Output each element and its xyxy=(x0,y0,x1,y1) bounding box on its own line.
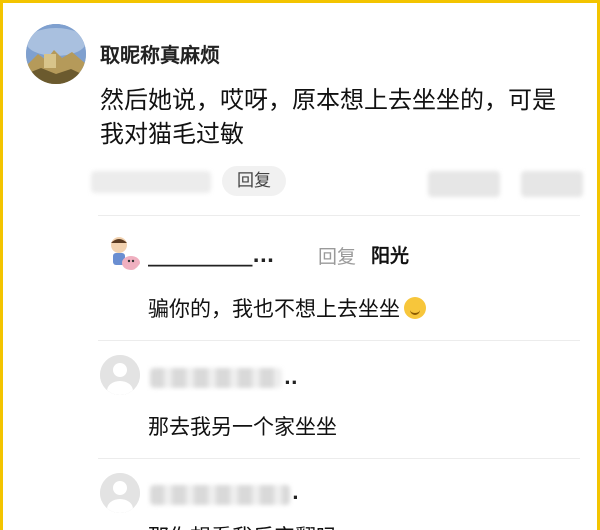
default-user-icon xyxy=(100,355,140,395)
divider xyxy=(98,215,580,216)
reply-text-content: 骗你的，我也不想上去坐坐 xyxy=(148,297,400,321)
blurred-username xyxy=(150,485,290,505)
reply-text: 那去我另一个家坐坐 xyxy=(148,415,337,439)
default-avatar[interactable] xyxy=(100,473,140,513)
default-user-icon xyxy=(100,473,140,513)
blurred-action-2 xyxy=(521,171,583,197)
avatar-photo xyxy=(26,24,86,84)
reply-target-name[interactable]: 阳光 xyxy=(371,241,409,268)
comment-username[interactable]: 取昵称真麻烦 xyxy=(100,39,220,68)
reply-text: 那你想看我后宫翻吗 xyxy=(148,521,337,530)
cartoon-avatar-icon xyxy=(111,237,140,270)
reply-button[interactable]: 回复 xyxy=(222,166,286,196)
reply-author[interactable]: ___________... xyxy=(148,245,274,267)
username-ellipsis: . xyxy=(292,483,299,504)
divider xyxy=(98,458,580,459)
divider xyxy=(98,340,580,341)
smile-emoji-icon xyxy=(404,297,426,319)
default-avatar[interactable] xyxy=(100,355,140,395)
user-avatar[interactable] xyxy=(26,24,86,84)
username-ellipsis: .. xyxy=(284,368,298,389)
reply-text: 骗你的，我也不想上去坐坐 xyxy=(148,293,426,323)
blurred-action-1 xyxy=(428,171,500,197)
reply-link[interactable]: 回复 xyxy=(318,242,356,269)
blurred-timestamp xyxy=(91,171,211,193)
comment-text: 然后她说，哎呀，原本想上去坐坐的，可是我对猫毛过敏 xyxy=(100,86,556,148)
comment-panel: 取昵称真麻烦 然后她说，哎呀，原本想上去坐坐的，可是我对猫毛过敏 回复 ____… xyxy=(0,0,600,530)
blurred-username xyxy=(150,368,282,388)
reply-avatar[interactable] xyxy=(103,233,143,273)
